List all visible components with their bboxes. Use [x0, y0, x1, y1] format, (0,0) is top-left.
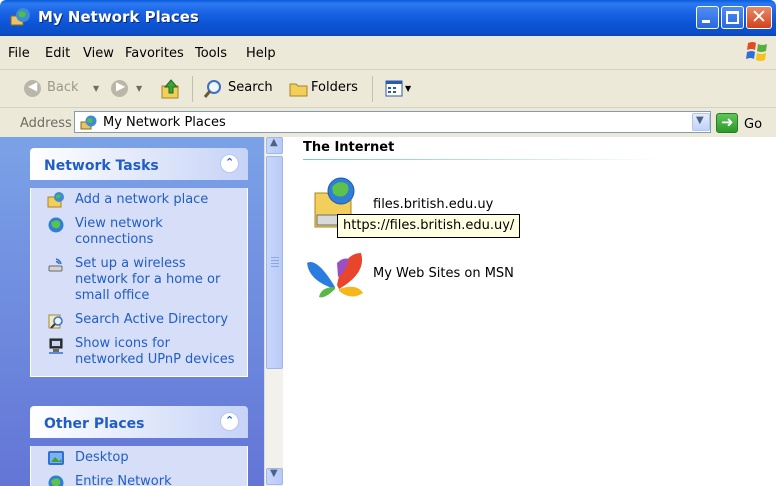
double-chevron-up-icon: ⌃ — [225, 156, 235, 169]
other-places-list: Desktop Entire Network — [30, 446, 248, 486]
folder-view: The Internet files.british.edu.uy My Web… — [283, 137, 776, 486]
collapse-network-tasks-button[interactable]: ⌃ — [220, 154, 239, 173]
group-header-internet: The Internet — [303, 140, 395, 155]
menu-edit[interactable]: Edit — [45, 46, 70, 61]
maximize-icon — [726, 11, 739, 24]
place-desktop[interactable]: Desktop — [31, 446, 247, 466]
other-places-box: Other Places ⌃ Desktop Entire Network — [30, 406, 248, 486]
views-icon[interactable] — [385, 80, 403, 97]
go-button[interactable]: Go — [744, 117, 762, 132]
network-tasks-list: Add a network place View network connect… — [30, 188, 248, 377]
network-place-label: files.british.edu.uy — [373, 197, 494, 212]
place-label: Desktop — [75, 450, 129, 465]
search-icon — [203, 80, 221, 98]
collapse-other-places-button[interactable]: ⌃ — [220, 412, 239, 431]
network-tasks-title: Network Tasks — [44, 158, 159, 174]
place-entire-network[interactable]: Entire Network — [31, 474, 247, 486]
chevron-down-icon: ▼ — [696, 115, 704, 126]
task-label: Show icons for networked UPnP devices — [75, 336, 235, 367]
menu-tools[interactable]: Tools — [195, 46, 227, 61]
go-arrow-button[interactable]: ➜ — [716, 113, 738, 133]
toolbar-separator — [192, 76, 193, 102]
network-tasks-box: Network Tasks ⌃ Add a network place View… — [30, 148, 248, 377]
menu-file[interactable]: File — [8, 46, 30, 61]
network-place-msn-web-sites[interactable]: My Web Sites on MSN — [305, 247, 525, 303]
place-label: Entire Network — [75, 474, 172, 486]
toolbar-separator — [372, 76, 373, 102]
menu-favorites[interactable]: Favorites — [125, 46, 184, 61]
task-label: Set up a wireless network for a home or … — [75, 256, 221, 303]
forward-dropdown-icon[interactable]: ▼ — [136, 84, 142, 93]
minimize-icon — [702, 20, 710, 23]
back-dropdown-icon[interactable]: ▼ — [93, 84, 99, 93]
grip-line — [271, 266, 279, 267]
grip-line — [271, 257, 279, 258]
group-divider — [303, 159, 663, 160]
maximize-button[interactable] — [721, 6, 744, 29]
task-search-active-directory[interactable]: Search Active Directory — [31, 312, 247, 329]
standard-toolbar: ◀ Back ▼ ▶ ▼ Search Folders ▼ — [0, 70, 776, 108]
back-button[interactable]: Back — [47, 80, 79, 95]
chevron-up-icon: ▲ — [270, 137, 278, 148]
menu-help[interactable]: Help — [246, 46, 276, 61]
views-dropdown-icon[interactable]: ▼ — [405, 84, 411, 93]
windows-logo-icon — [746, 42, 767, 61]
grip-line — [271, 263, 279, 264]
explorer-window: My Network Places ✕ File Edit View Favor… — [0, 0, 776, 486]
search-directory-icon — [48, 314, 63, 329]
desktop-icon — [48, 451, 64, 465]
close-button[interactable]: ✕ — [746, 6, 772, 29]
network-tasks-header[interactable]: Network Tasks ⌃ — [30, 148, 248, 180]
minimize-button[interactable] — [696, 6, 719, 29]
other-places-header[interactable]: Other Places ⌃ — [30, 406, 248, 438]
go-arrow-icon: ➜ — [721, 113, 734, 131]
wireless-network-icon — [48, 258, 63, 272]
task-label: Add a network place — [75, 192, 209, 207]
task-pane-scrollbar[interactable]: ▲ ▼ — [264, 137, 283, 486]
address-value: My Network Places — [103, 115, 226, 130]
task-label: Search Active Directory — [75, 312, 229, 327]
task-view-network-connections[interactable]: View network connections — [31, 216, 247, 248]
other-places-title: Other Places — [44, 416, 145, 432]
task-setup-wireless-network[interactable]: Set up a wireless network for a home or … — [31, 256, 247, 304]
task-pane: Network Tasks ⌃ Add a network place View… — [0, 137, 264, 486]
task-label: View network connections — [75, 216, 163, 247]
address-bar: Address My Network Places ▼ ➜ Go — [0, 108, 776, 137]
folders-button[interactable]: Folders — [311, 80, 358, 95]
chevron-down-icon: ▼ — [270, 468, 278, 479]
network-connections-icon — [48, 217, 64, 233]
network-places-icon — [80, 115, 97, 130]
close-icon: ✕ — [751, 6, 767, 28]
search-button[interactable]: Search — [228, 80, 273, 95]
up-folder-icon[interactable] — [160, 78, 182, 100]
forward-button[interactable]: ▶ — [111, 79, 128, 97]
scroll-down-button[interactable]: ▼ — [266, 468, 283, 485]
scroll-thumb[interactable] — [266, 156, 283, 369]
task-add-network-place[interactable]: Add a network place — [31, 188, 247, 208]
window-title: My Network Places — [38, 8, 199, 26]
msn-butterfly-icon — [307, 253, 363, 298]
menu-bar: File Edit View Favorites Tools Help — [0, 36, 776, 70]
grip-line — [271, 260, 279, 261]
back-arrow-icon: ◀ — [24, 79, 41, 97]
menu-view[interactable]: View — [83, 46, 114, 61]
entire-network-icon — [48, 475, 64, 486]
double-chevron-up-icon: ⌃ — [225, 414, 235, 427]
address-field[interactable]: My Network Places — [74, 111, 711, 133]
scroll-up-button[interactable]: ▲ — [266, 137, 283, 154]
title-bar[interactable]: My Network Places ✕ — [0, 0, 776, 36]
upnp-devices-icon — [49, 338, 63, 354]
task-show-upnp-icons[interactable]: Show icons for networked UPnP devices — [31, 336, 247, 368]
network-places-icon — [10, 8, 30, 26]
add-network-place-icon — [47, 192, 64, 208]
url-tooltip: https://files.british.edu.uy/ — [337, 214, 521, 238]
address-label: Address — [20, 116, 72, 131]
network-place-label: My Web Sites on MSN — [373, 266, 514, 281]
address-dropdown-button[interactable]: ▼ — [692, 113, 710, 131]
folders-icon — [289, 83, 308, 97]
